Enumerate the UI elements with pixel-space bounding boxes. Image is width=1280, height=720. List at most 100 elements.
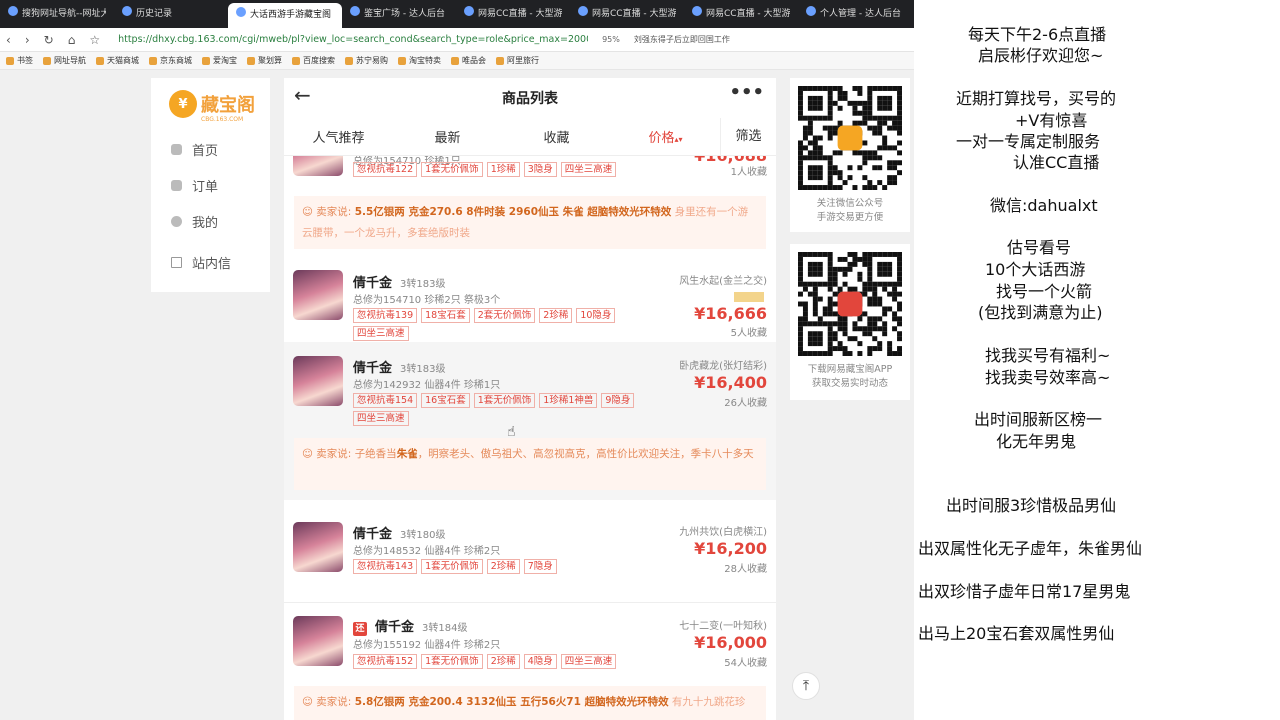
item-price: ¥16,666 — [694, 304, 767, 323]
item-server: 卧虎藏龙(张灯结彩) — [679, 361, 767, 372]
bookmark-icon — [149, 56, 157, 65]
tag: 2珍稀 — [486, 559, 520, 574]
return-badge: 还 — [353, 622, 367, 636]
item-favs: 26人收藏 — [724, 398, 767, 409]
divider — [284, 602, 776, 603]
bookmark-icon — [202, 56, 210, 65]
bookmark-item[interactable]: 网址导航 — [43, 55, 86, 66]
bookmark-item[interactable]: 聚划算 — [247, 55, 282, 66]
app-qr-code[interactable] — [798, 252, 902, 356]
list-item[interactable]: 还倩千金 3转184级 总修为155192 仙器4件 珍稀2只 忽视抗毒152 1… — [284, 604, 776, 684]
list-item[interactable]: 倩千金 3转180级 总修为148532 仙器4件 珍稀2只 忽视抗毒143 1套… — [284, 508, 776, 580]
bookmark-item[interactable]: 阿里旅行 — [496, 55, 539, 66]
back-nav-icon[interactable]: ‹ — [6, 33, 11, 47]
item-server: 七十二变(一叶知秋) — [679, 621, 767, 632]
bookmark-icon — [398, 56, 406, 65]
nav-item-home[interactable]: 首页 — [171, 140, 218, 159]
tag: 1套无价佩饰 — [421, 559, 483, 574]
reload-icon[interactable]: ↻ — [44, 33, 54, 47]
seller-note: ☺ 卖家说: 5.8亿银两 克金200.4 3132仙玉 五行56火71 超脑特… — [294, 686, 766, 720]
mail-nav-icon — [171, 257, 182, 268]
tag: 16宝石套 — [421, 393, 470, 408]
item-favs: 1人收藏 — [730, 167, 767, 178]
tag: 四坐三高速 — [353, 411, 409, 426]
wechat-qr-code[interactable] — [798, 86, 902, 190]
browser-tab[interactable]: 历史记录 — [114, 0, 228, 28]
bookmark-item[interactable]: 天猫商城 — [96, 55, 139, 66]
tab-newest[interactable]: 最新 — [393, 127, 502, 146]
bookmark-item[interactable]: 爱淘宝 — [202, 55, 237, 66]
sort-arrows-icon: ▴▾ — [674, 135, 683, 144]
overlay-line: 认准CC直播 — [1013, 153, 1100, 172]
bookmark-icon — [96, 56, 104, 65]
home-icon[interactable]: ⌂ — [68, 33, 76, 47]
item-server: 风生水起(金兰之交) — [679, 276, 767, 287]
tab-favicon-icon — [8, 6, 18, 16]
avatar — [293, 522, 343, 572]
tab-popular[interactable]: 人气推荐 — [284, 127, 393, 146]
item-sub: 总修为154710 珍稀2只 祭极3个 — [353, 295, 501, 306]
tag: 忽视抗毒143 — [353, 559, 418, 574]
tag: 忽视抗毒152 — [353, 654, 418, 669]
bookmark-item[interactable]: 苏宁易购 — [345, 55, 388, 66]
bookmark-item[interactable]: 唯品会 — [451, 55, 486, 66]
sort-tabs: 人气推荐 最新 收藏 价格▴▾ 筛选 — [284, 117, 776, 156]
search-suggestion[interactable]: 刘强东得子后立即回国工作 — [634, 34, 754, 45]
tab-price[interactable]: 价格▴▾ — [611, 127, 720, 146]
note-icon: ☺ — [302, 206, 317, 218]
url-field[interactable]: https://dhxy.cbg.163.com/cgi/mweb/pl?vie… — [118, 34, 588, 45]
bookmark-item[interactable]: 书签 — [6, 55, 33, 66]
item-tags: 忽视抗毒154 16宝石套 1套无价佩饰 1珍稀1神兽 9隐身 四坐三高速 — [353, 393, 673, 426]
tab-favorites[interactable]: 收藏 — [502, 127, 611, 146]
tag: 1套无价佩饰 — [421, 654, 483, 669]
item-name: 倩千金 3转180级 — [353, 527, 446, 542]
cbg-logo[interactable]: ¥ 藏宝阁 CBG.163.COM — [169, 90, 255, 123]
bookmark-icon — [496, 56, 504, 65]
note-icon: ☺ — [302, 696, 317, 708]
bookmark-item[interactable]: 淘宝特卖 — [398, 55, 441, 66]
more-dots-icon[interactable]: ••• — [729, 82, 764, 103]
tag: 4隐身 — [523, 654, 557, 669]
gold-badge — [734, 292, 764, 302]
overlay-line: 微信:dahualxt — [990, 196, 1098, 215]
list-item[interactable]: 总修为154710 珍稀1只 忽视抗毒122 1套无价佩饰 1珍稀 3隐身 四坐… — [284, 156, 776, 194]
nav-item-messages[interactable]: 站内信 — [171, 253, 231, 272]
browser-tab[interactable]: 搜狗网址导航--网址大全 — [0, 0, 114, 28]
overlay-line: 找我买号有福利~ — [985, 346, 1111, 365]
browser-tab[interactable]: 个人管理 - 达人后台 — [798, 0, 912, 28]
tab-filter[interactable]: 筛选 — [720, 117, 776, 156]
star-icon[interactable]: ☆ — [89, 33, 100, 47]
item-server: 九州共饮(白虎横江) — [679, 527, 767, 538]
browser-tab[interactable]: 网易CC直播 - 大型游戏 — [684, 0, 798, 28]
tag: 2珍稀 — [486, 654, 520, 669]
tag: 2珍稀 — [539, 308, 573, 323]
nav-item-orders[interactable]: 订单 — [171, 176, 218, 195]
overlay-line: (包找到满意为止) — [978, 303, 1103, 322]
item-tags: 忽视抗毒143 1套无价佩饰 2珍稀 7隐身 — [353, 559, 673, 574]
back-to-top-icon[interactable]: ⤒ — [792, 672, 820, 700]
list-item[interactable]: 倩千金 3转183级 总修为142932 仙器4件 珍稀1只 忽视抗毒154 16… — [284, 342, 776, 500]
bookmark-item[interactable]: 京东商城 — [149, 55, 192, 66]
back-arrow-icon[interactable]: ← — [294, 83, 311, 107]
item-name: 倩千金 3转183级 — [353, 361, 446, 376]
bookmark-icon — [451, 56, 459, 65]
tag: 忽视抗毒154 — [353, 393, 418, 408]
overlay-line: 近期打算找号，买号的 — [956, 89, 1117, 108]
page-title: 商品列表 — [502, 91, 558, 107]
browser-tab[interactable]: 大话西游手游藏宝阁 — [228, 3, 342, 28]
note-icon: ☺ — [302, 448, 317, 460]
bookmark-item[interactable]: 百度搜索 — [292, 55, 335, 66]
nav-item-mine[interactable]: 我的 — [171, 212, 218, 231]
list-item[interactable]: 倩千金 3转183级 总修为154710 珍稀2只 祭极3个 忽视抗毒139 18… — [284, 258, 776, 341]
browser-tab[interactable]: 鉴宝广场 - 达人后台 — [342, 0, 456, 28]
overlay-line: 出时间服3珍惜极品男仙 — [946, 496, 1117, 515]
order-nav-icon — [171, 180, 182, 191]
browser-tab[interactable]: 网易CC直播 - 大型游戏 — [570, 0, 684, 28]
item-favs: 5人收藏 — [730, 328, 767, 339]
tag: 四坐三高速 — [560, 654, 617, 669]
tag: 3隐身 — [523, 162, 557, 177]
browser-tab[interactable]: 网易CC直播 - 大型游戏 — [456, 0, 570, 28]
bookmarks-bar: 书签 网址导航 天猫商城 京东商城 爱淘宝 聚划算 百度搜索 苏宁易购 淘宝特卖 唯品会 阿里旅行 — [0, 52, 914, 70]
forward-nav-icon[interactable]: › — [25, 33, 30, 47]
tab-favicon-icon — [692, 6, 702, 16]
